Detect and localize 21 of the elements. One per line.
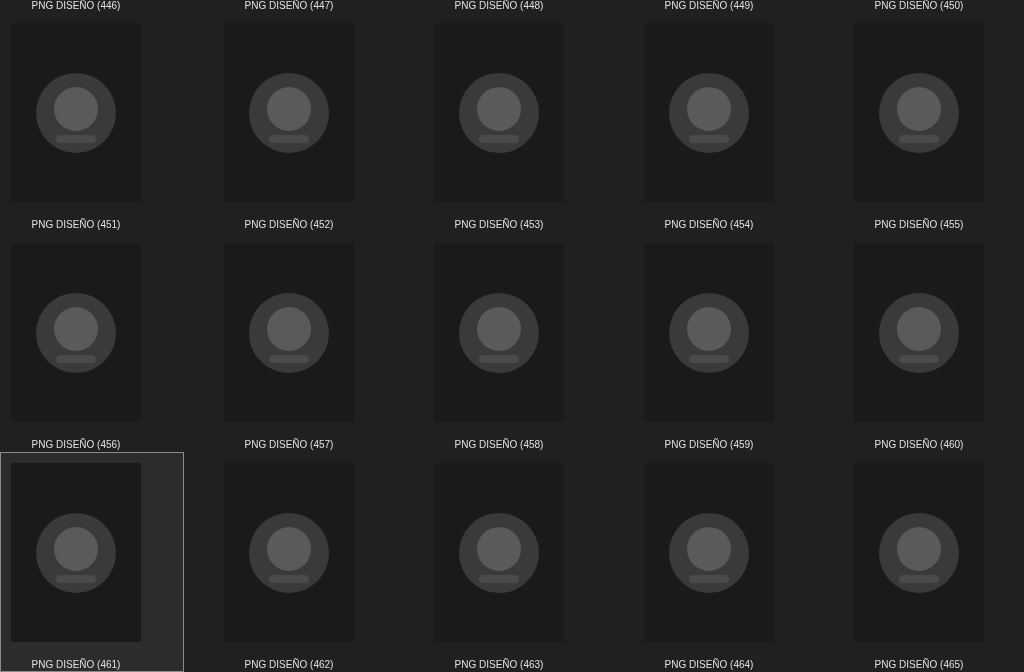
file-name: PNG DISEÑO (446) bbox=[31, 0, 121, 12]
file-name: PNG DISEÑO (453) bbox=[454, 219, 544, 231]
file-name: PNG DISEÑO (456) bbox=[31, 439, 121, 451]
file-name: PNG DISEÑO (463) bbox=[454, 659, 544, 671]
file-name: PNG DISEÑO (461) bbox=[31, 659, 121, 671]
file-name: PNG DISEÑO (459) bbox=[664, 439, 754, 451]
file-name: PNG DISEÑO (462) bbox=[244, 659, 334, 671]
file-name: PNG DISEÑO (454) bbox=[664, 219, 754, 231]
file-name: PNG DISEÑO (455) bbox=[874, 219, 964, 231]
file-name: PNG DISEÑO (448) bbox=[454, 0, 544, 12]
file-name: PNG DISEÑO (451) bbox=[31, 219, 121, 231]
file-item[interactable]: PNG DISEÑO (461) bbox=[0, 452, 184, 672]
file-name: PNG DISEÑO (464) bbox=[664, 659, 754, 671]
file-name: PNG DISEÑO (458) bbox=[454, 439, 544, 451]
file-name: PNG DISEÑO (449) bbox=[664, 0, 754, 12]
file-name: PNG DISEÑO (460) bbox=[874, 439, 964, 451]
file-name: PNG DISEÑO (450) bbox=[874, 0, 964, 12]
file-name: PNG DISEÑO (447) bbox=[244, 0, 334, 12]
file-name: PNG DISEÑO (457) bbox=[244, 439, 334, 451]
file-name: PNG DISEÑO (465) bbox=[874, 659, 964, 671]
file-name: PNG DISEÑO (452) bbox=[244, 219, 334, 231]
